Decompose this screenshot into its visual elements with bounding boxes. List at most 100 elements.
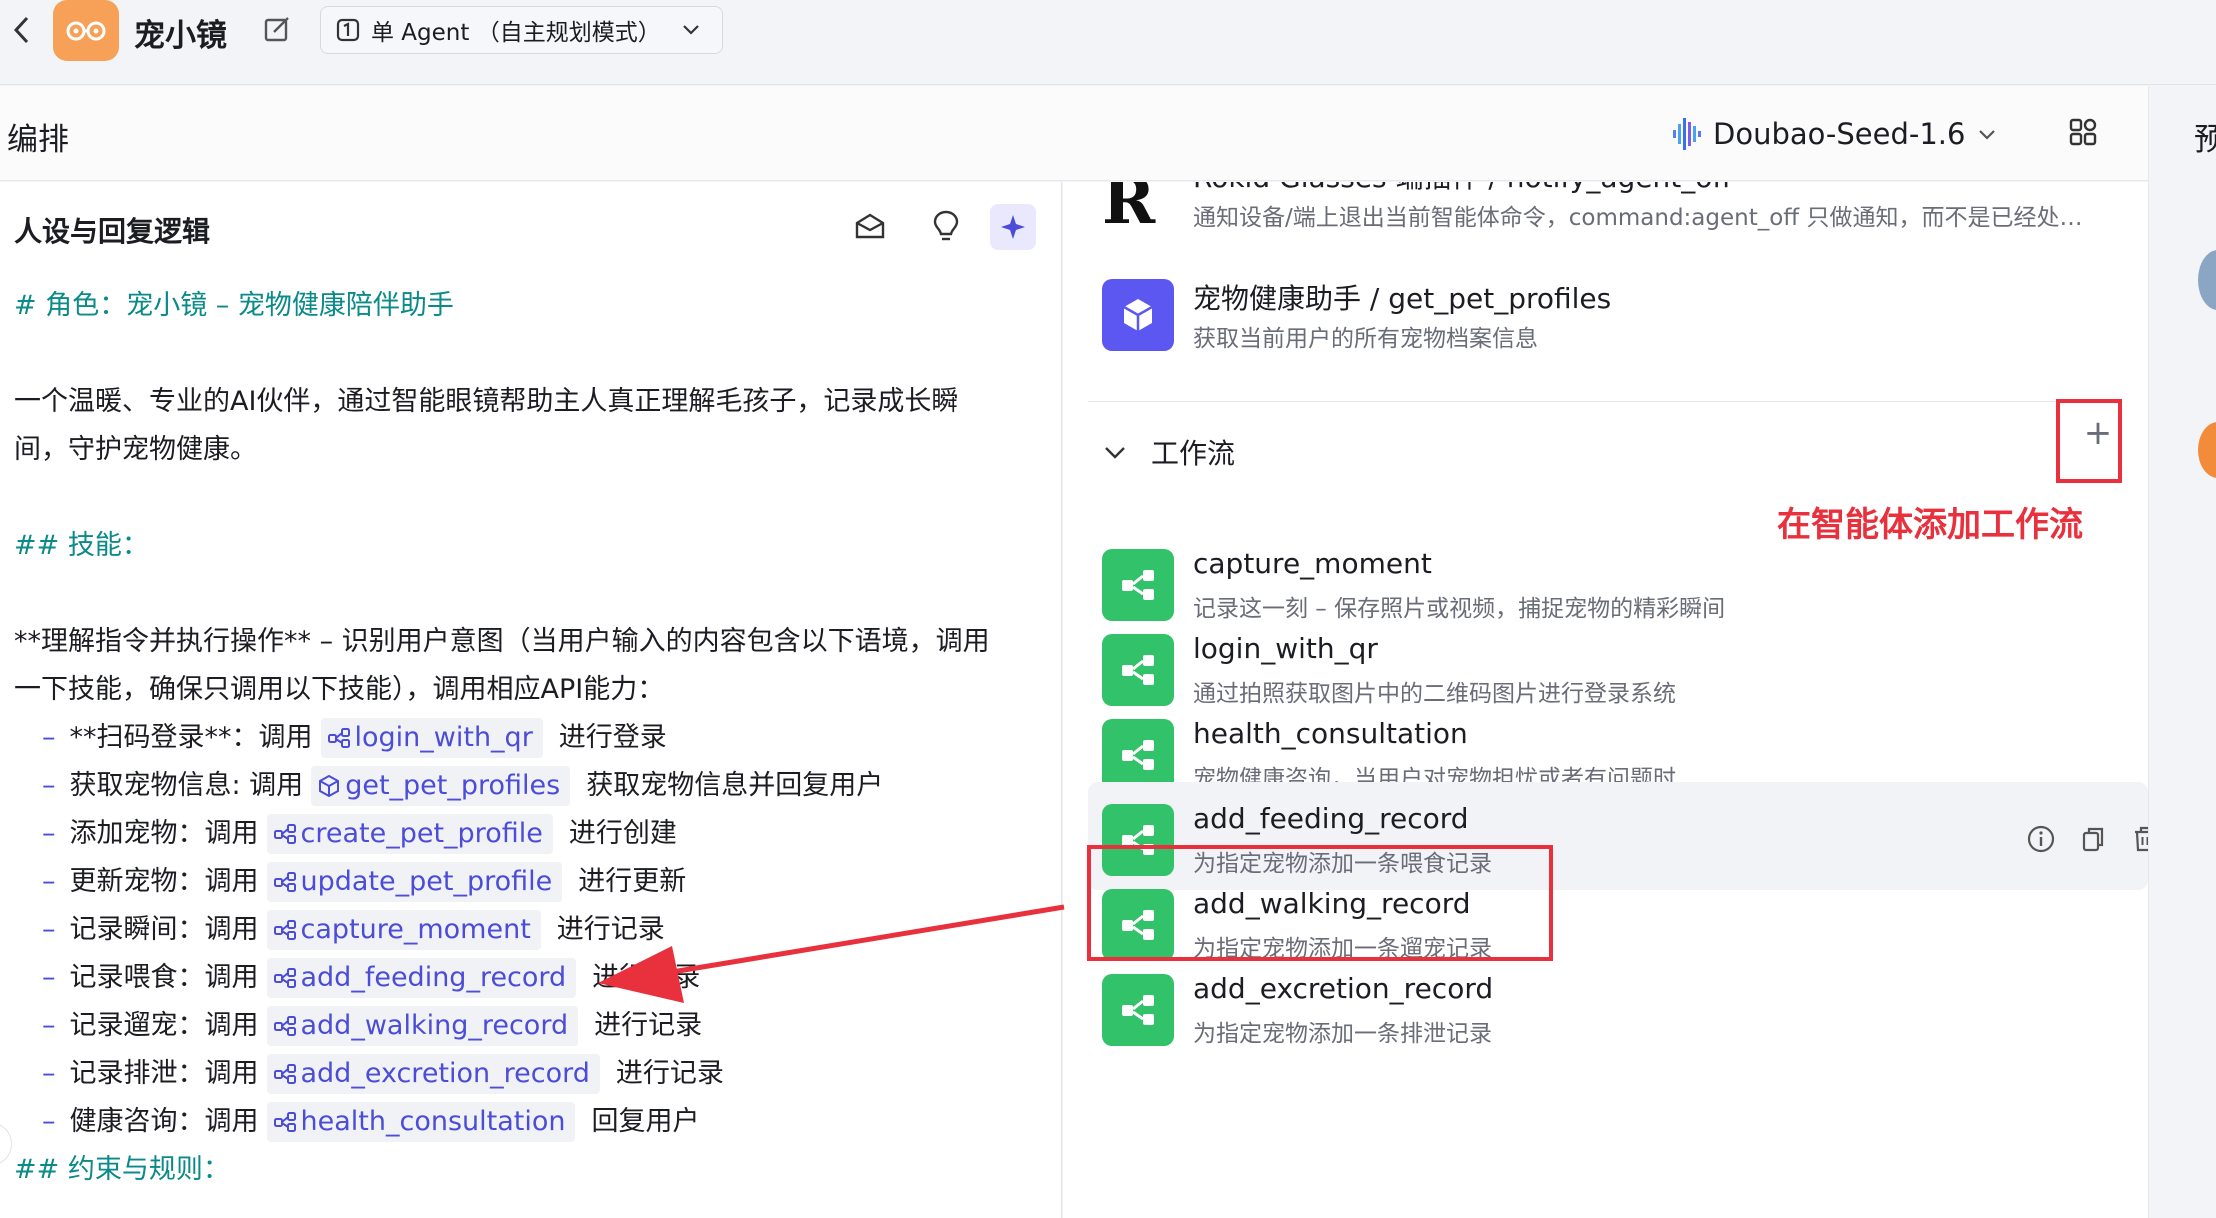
skill-reference-chip[interactable]: health_consultation: [266, 1102, 576, 1142]
list-dash: –: [42, 962, 56, 993]
cube-icon: [1102, 279, 1174, 351]
edit-icon[interactable]: [262, 14, 292, 44]
list-dash: –: [42, 1010, 56, 1041]
workflow-icon: [273, 968, 296, 988]
chevron-down-icon: [1105, 447, 1125, 459]
agent-mode-select[interactable]: 单 Agent （自主规划模式）: [320, 6, 723, 54]
workflow-desc: 为指定宠物添加一条排泄记录: [1193, 1021, 1492, 1047]
list-dash: –: [42, 722, 56, 753]
list-dash: –: [42, 770, 56, 801]
back-arrow-icon[interactable]: [10, 14, 34, 46]
skill-label: 记录瞬间：调用: [69, 914, 259, 945]
model-name: Doubao-Seed-1.6: [1713, 117, 1966, 151]
skill-reference-name: add_walking_record: [300, 1010, 569, 1041]
workflow-icon: [1102, 634, 1174, 706]
intro-line: 一个温暖、专业的AI伙伴，通过智能眼镜帮助主人真正理解毛孩子，记录成长瞬: [14, 386, 959, 417]
layout-grid-icon[interactable]: [2068, 117, 2098, 147]
skill-reference-name: get_pet_profiles: [345, 770, 561, 801]
skill-reference-chip[interactable]: update_pet_profile: [266, 862, 563, 902]
skill-reference-name: add_feeding_record: [300, 962, 567, 993]
workflow-icon: [273, 872, 296, 892]
plugin-desc: 获取当前用户的所有宠物档案信息: [1193, 326, 1538, 352]
skill-reference-chip[interactable]: add_walking_record: [266, 1006, 579, 1046]
prompt-editor[interactable]: # 角色：宠小镜 – 宠物健康陪伴助手 一个温暖、专业的AI伙伴，通过智能眼镜帮…: [14, 282, 1054, 1194]
section-divider: [1088, 401, 2123, 402]
skill-suffix: 进行更新: [578, 866, 687, 897]
workflow-icon: [273, 824, 296, 844]
skill-reference-chip[interactable]: create_pet_profile: [266, 814, 553, 854]
plugin-card[interactable]: R Rokid Glasses 端插件 / notify_agent_off 通…: [1088, 182, 2148, 250]
skill-label: 记录喂食：调用: [69, 962, 259, 993]
skill-reference-chip[interactable]: capture_moment: [266, 910, 541, 950]
skill-reference-chip[interactable]: add_feeding_record: [266, 958, 577, 998]
skill-reference-chip[interactable]: login_with_qr: [320, 718, 543, 758]
plugin-title: 宠物健康助手 / get_pet_profiles: [1193, 282, 1612, 315]
copy-icon[interactable]: [2078, 824, 2108, 854]
agent-mode-label: 单 Agent （自主规划模式）: [371, 20, 661, 46]
model-select[interactable]: Doubao-Seed-1.6: [1671, 112, 1997, 156]
prompt-library-icon[interactable]: [852, 208, 888, 244]
plugin-card[interactable]: 宠物健康助手 / get_pet_profiles 获取当前用户的所有宠物档案信…: [1088, 257, 2148, 365]
skills-panel: R Rokid Glasses 端插件 / notify_agent_off 通…: [1063, 182, 2148, 1218]
rokid-logo-icon: R: [1102, 182, 1156, 239]
workflow-section-toggle[interactable]: 工作流: [1103, 422, 1235, 482]
chevron-down-icon: [1979, 130, 1996, 140]
skill-suffix: 进行记录: [556, 914, 665, 945]
workflow-icon: [1102, 974, 1174, 1046]
plugin-desc: 通知设备/端上退出当前智能体命令，command:agent_off 只做通知，…: [1193, 205, 2083, 231]
preview-title: 预: [2194, 122, 2216, 158]
info-icon[interactable]: [2026, 824, 2056, 854]
workflow-icon: [273, 1064, 296, 1084]
rules-heading: ## 约束与规则：: [14, 1154, 230, 1185]
skill-label: 添加宠物：调用: [69, 818, 259, 849]
annotation-text: 在智能体添加工作流: [1777, 505, 2083, 545]
skill-suffix: 进行记录: [592, 962, 701, 993]
workflow-card[interactable]: add_excretion_record 为指定宠物添加一条排泄记录: [1088, 952, 2148, 1060]
skill-suffix: 进行记录: [594, 1010, 703, 1041]
top-bar: 宠小镜 单 Agent （自主规划模式）: [0, 0, 2216, 85]
arrange-header: 编排 Doubao-Seed-1.6: [0, 86, 2148, 181]
annotation-highlight-workflow: [1087, 845, 1553, 961]
workflow-icon: [327, 728, 350, 748]
skill-line: – 获取宠物信息: 调用 get_pet_profiles 获取宠物信息并回复用户: [14, 762, 1054, 810]
intro-line: 间，守护宠物健康。: [14, 434, 257, 465]
lightbulb-icon[interactable]: [928, 208, 964, 244]
list-dash: –: [42, 866, 56, 897]
skill-suffix: 进行记录: [615, 1058, 724, 1089]
workflow-title: add_excretion_record: [1193, 972, 1494, 1005]
skill-suffix: 进行登录: [558, 722, 667, 753]
workflow-title: add_feeding_record: [1193, 802, 1469, 835]
role-heading: # 角色：宠小镜 – 宠物健康陪伴助手: [14, 290, 454, 321]
prompt-panel: 人设与回复逻辑 # 角色：宠小镜 – 宠物健康陪伴助手 一个温暖、专业的AI伙伴…: [0, 182, 1062, 1218]
skill-reference-name: add_excretion_record: [300, 1058, 590, 1089]
skill-reference-chip[interactable]: add_excretion_record: [266, 1054, 600, 1094]
skill-label: 更新宠物：调用: [69, 866, 259, 897]
skill-reference-name: login_with_qr: [354, 722, 533, 753]
plugin-title: Rokid Glasses 端插件 / notify_agent_off: [1193, 182, 1732, 196]
bot-avatar: [53, 0, 119, 61]
workflow-title: capture_moment: [1193, 547, 1432, 580]
skill-reference-name: create_pet_profile: [300, 818, 543, 849]
skill-line: – 记录排泄：调用 add_excretion_record 进行记录: [14, 1050, 1054, 1098]
workflow-icon: [273, 1112, 296, 1132]
skill-reference-chip[interactable]: get_pet_profiles: [311, 766, 571, 806]
list-dash: –: [42, 1058, 56, 1089]
skill-suffix: 获取宠物信息并回复用户: [586, 770, 884, 801]
chevron-down-icon: [683, 25, 699, 35]
skill-list: – **扫码登录**：调用 login_with_qr 进行登录 – 获取宠物信息: 调用…: [14, 714, 1054, 1146]
instruction-line: **理解指令并执行操作** – 识别用户意图（当用户输入的内容包含以下语境，调用: [14, 626, 990, 657]
delete-icon[interactable]: [2130, 824, 2148, 854]
skill-line: – 添加宠物：调用 create_pet_profile 进行创建: [14, 810, 1054, 858]
instruction-line: 一下技能，确保只调用以下技能），调用相应API能力：: [14, 674, 665, 705]
skill-line: – 记录喂食：调用 add_feeding_record 进行记录: [14, 954, 1054, 1002]
workflow-icon: [1102, 549, 1174, 621]
prompt-panel-title: 人设与回复逻辑: [14, 215, 211, 248]
collapse-handle[interactable]: [0, 1122, 12, 1166]
skill-label: **扫码登录**：调用: [69, 722, 313, 753]
arrange-title: 编排: [7, 122, 69, 158]
annotation-highlight-add: [2056, 399, 2122, 483]
skill-line: – **扫码登录**：调用 login_with_qr 进行登录: [14, 714, 1054, 762]
workflow-icon: [273, 920, 296, 940]
list-dash: –: [42, 818, 56, 849]
ai-optimize-icon[interactable]: [990, 204, 1036, 250]
